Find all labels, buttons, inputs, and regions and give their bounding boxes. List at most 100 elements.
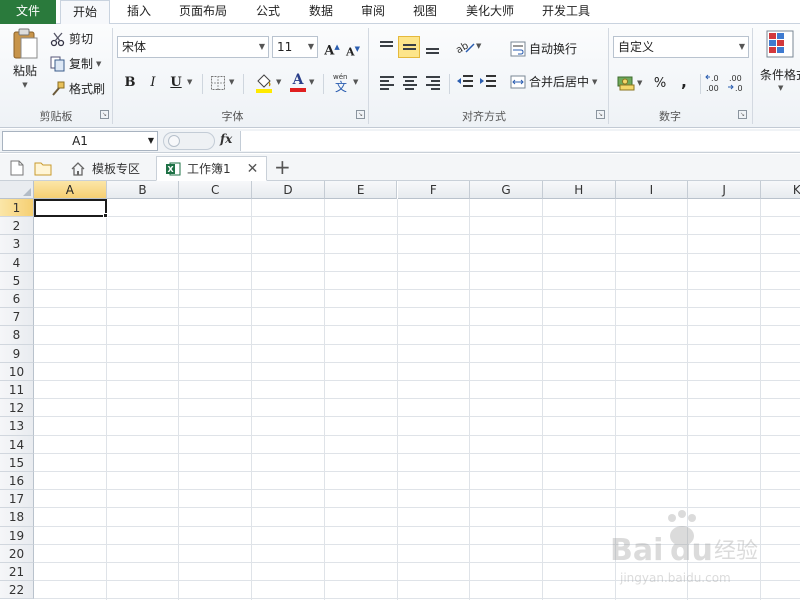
font-size-combo[interactable]: 11 ▼ [272,36,318,58]
row-header-17[interactable]: 17 [0,490,34,509]
paste-dropdown-icon[interactable]: ▼ [22,81,27,89]
row-header-4[interactable]: 4 [0,253,34,272]
copy-dropdown-icon[interactable]: ▼ [96,60,101,68]
alignment-launcher-icon[interactable]: ↘ [596,110,605,119]
row-header-6[interactable]: 6 [0,290,34,309]
row-header-13[interactable]: 13 [0,417,34,436]
column-header-k[interactable]: K [761,181,800,199]
active-cell-a1[interactable] [34,199,107,218]
column-header-e[interactable]: E [324,181,398,199]
number-launcher-icon[interactable]: ↘ [738,110,747,119]
merge-center-button[interactable]: 合并后居中 ▼ [510,73,597,90]
column-header-a[interactable]: A [34,181,107,199]
grow-font-button[interactable]: A▲ [322,37,342,58]
cut-button[interactable]: 剪切 [50,30,93,47]
menu-tab-review[interactable]: 审阅 [350,0,396,24]
orientation-button[interactable]: ab [454,38,476,59]
menu-tab-developer[interactable]: 开发工具 [532,0,600,24]
font-color-button[interactable]: A [290,72,306,92]
currency-dropdown-icon[interactable]: ▼ [637,79,642,87]
clipboard-launcher-icon[interactable]: ↘ [100,110,109,119]
name-box[interactable]: A1 ▼ [2,131,158,151]
column-header-c[interactable]: C [179,181,253,199]
column-header-g[interactable]: G [470,181,543,199]
row-header-19[interactable]: 19 [0,526,34,545]
font-launcher-icon[interactable]: ↘ [356,110,365,119]
row-header-10[interactable]: 10 [0,362,34,381]
tab-templates[interactable]: 模板专区 [62,156,148,181]
wrap-text-button[interactable]: 自动换行 [510,40,577,57]
border-dropdown-icon[interactable]: ▼ [229,78,234,86]
tab-workbook[interactable]: X 工作簿1 ✕ [156,156,268,181]
comma-button[interactable]: , [674,72,694,92]
shrink-font-button[interactable]: A▼ [343,39,363,59]
align-top-button[interactable] [375,36,397,58]
currency-button[interactable] [617,73,635,94]
font-color-dropdown-icon[interactable]: ▼ [309,78,314,86]
column-header-b[interactable]: B [106,181,180,199]
decrease-decimal-button[interactable]: .00 .0 [727,72,747,97]
row-header-18[interactable]: 18 [0,508,34,527]
menu-tab-insert[interactable]: 插入 [114,0,164,24]
row-header-14[interactable]: 14 [0,435,34,454]
row-header-2[interactable]: 2 [0,217,34,236]
open-folder-button[interactable] [34,160,52,179]
menu-tab-file[interactable]: 文件 [0,0,56,24]
row-header-21[interactable]: 21 [0,563,34,582]
column-header-i[interactable]: I [615,181,689,199]
menu-tab-page-layout[interactable]: 页面布局 [168,0,238,24]
formula-input[interactable] [240,131,800,151]
align-middle-button[interactable] [398,36,420,58]
column-header-f[interactable]: F [397,181,471,199]
increase-indent-button[interactable] [477,71,499,93]
phonetic-dropdown-icon[interactable]: ▼ [353,78,358,86]
row-header-15[interactable]: 15 [0,453,34,472]
fill-handle[interactable] [102,213,108,219]
align-center-button[interactable] [398,71,420,93]
row-header-12[interactable]: 12 [0,399,34,418]
row-header-16[interactable]: 16 [0,472,34,491]
column-header-d[interactable]: D [252,181,325,199]
copy-button[interactable]: 复制 ▼ [50,55,101,72]
row-header-22[interactable]: 22 [0,581,34,600]
select-all-corner[interactable] [0,181,34,199]
menu-tab-home[interactable]: 开始 [60,0,110,25]
menu-tab-data[interactable]: 数据 [298,0,344,24]
decrease-indent-button[interactable] [454,71,476,93]
underline-button[interactable]: U [166,73,186,93]
orientation-dropdown-icon[interactable]: ▼ [476,42,481,50]
border-button[interactable] [210,75,226,94]
row-header-7[interactable]: 7 [0,308,34,327]
align-bottom-button[interactable] [421,36,443,58]
conditional-format-button[interactable] [766,30,794,63]
menu-tab-beautify[interactable]: 美化大师 [456,0,524,24]
menu-tab-view[interactable]: 视图 [402,0,448,24]
row-header-3[interactable]: 3 [0,235,34,254]
row-header-9[interactable]: 9 [0,344,34,363]
row-header-20[interactable]: 20 [0,544,34,563]
underline-dropdown-icon[interactable]: ▼ [187,78,192,86]
column-header-h[interactable]: H [542,181,616,199]
format-painter-button[interactable]: 格式刷 [50,80,105,97]
bold-button[interactable]: B [120,73,140,93]
merge-dropdown-icon[interactable]: ▼ [592,78,597,86]
fill-color-button[interactable] [255,72,273,97]
font-name-combo[interactable]: 宋体 ▼ [117,36,269,58]
conditional-dropdown-icon[interactable]: ▼ [778,84,783,92]
italic-button[interactable]: I [143,73,163,93]
insert-function-button[interactable]: fx [220,132,232,146]
new-tab-button[interactable]: + [274,156,291,178]
percent-button[interactable]: % [650,74,670,94]
number-format-combo[interactable]: 自定义 ▼ [613,36,749,58]
align-right-button[interactable] [421,71,443,93]
phonetic-button[interactable]: wén 文 [332,71,352,96]
paste-button[interactable]: 粘贴 ▼ [8,28,42,89]
fill-color-dropdown-icon[interactable]: ▼ [276,78,281,86]
row-header-5[interactable]: 5 [0,271,34,290]
menu-tab-formulas[interactable]: 公式 [245,0,291,24]
column-header-j[interactable]: J [688,181,761,199]
close-icon[interactable]: ✕ [247,161,259,177]
row-header-8[interactable]: 8 [0,326,34,345]
row-header-11[interactable]: 11 [0,381,34,400]
increase-decimal-button[interactable]: .0 .00 [705,72,725,97]
